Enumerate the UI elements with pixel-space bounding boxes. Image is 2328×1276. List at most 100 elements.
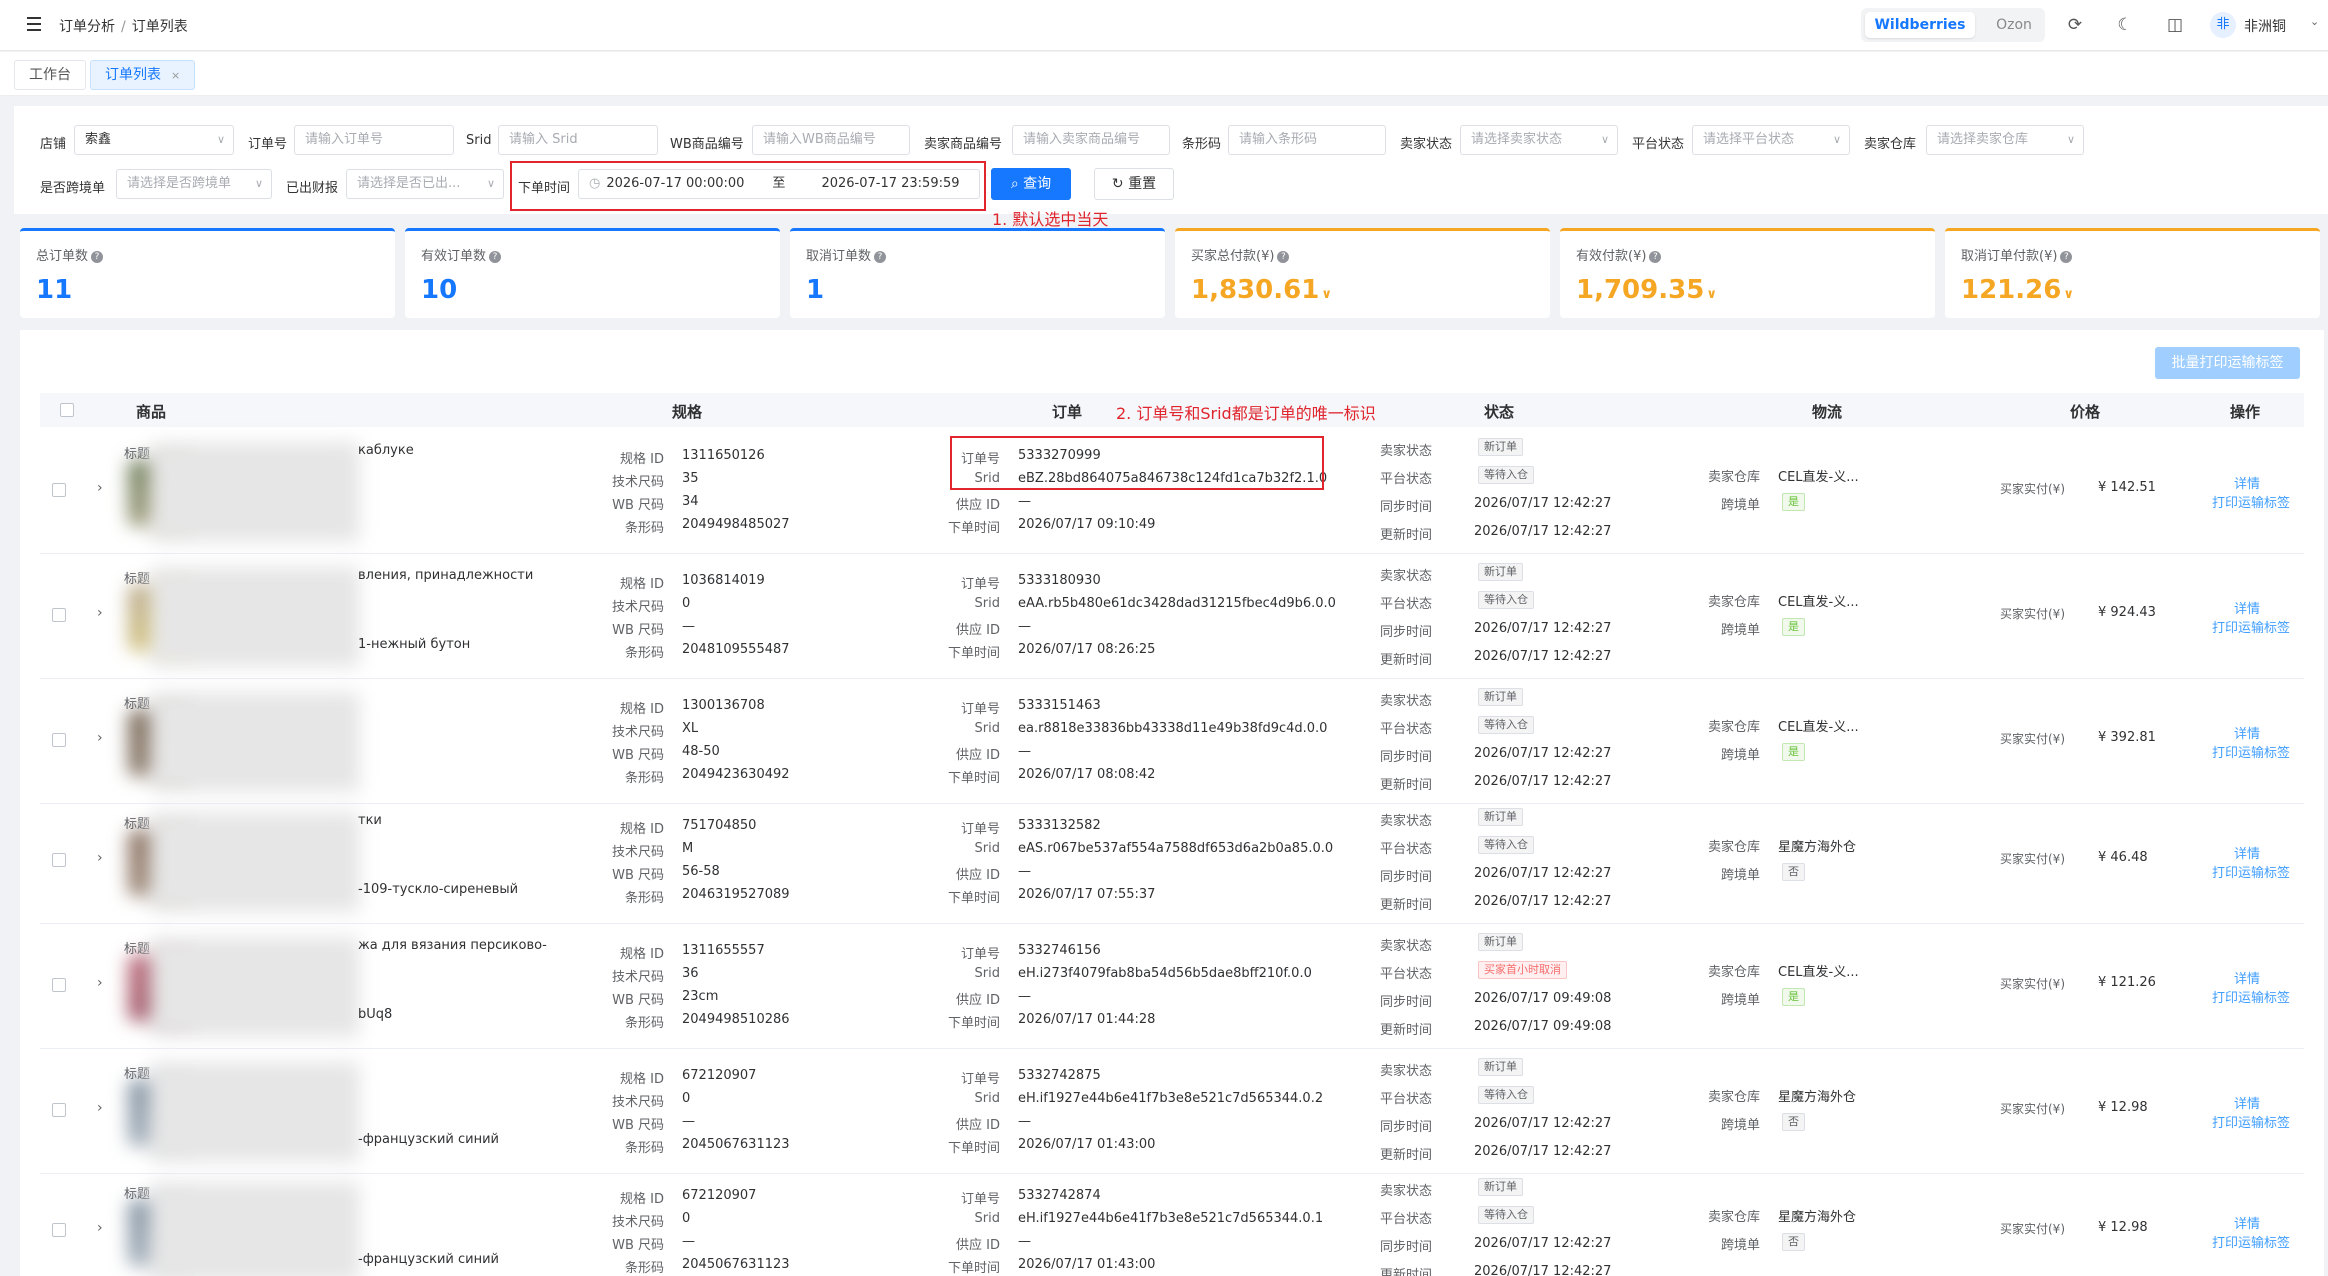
detail-link[interactable]: 详情 [2234, 473, 2260, 492]
warehouse-select[interactable]: 请选择卖家仓库 ∨ [1926, 125, 2084, 155]
seller-sku-input[interactable]: 请输入卖家商品编号 [1012, 125, 1170, 155]
row-checkbox[interactable] [52, 733, 66, 747]
detail-link[interactable]: 详情 [2234, 1093, 2260, 1112]
chevron-down-icon: ∨ [1600, 133, 1609, 146]
user-name[interactable]: 非洲铜 [2244, 16, 2286, 36]
logi-key: 卖家仓库 [1707, 720, 1760, 735]
avatar[interactable]: 非 [2210, 12, 2236, 38]
detail-link[interactable]: 详情 [2234, 598, 2260, 617]
refresh-icon[interactable]: ⟳ [2064, 14, 2086, 36]
sync-time: 2026/07/17 12:42:27 [1474, 1236, 1612, 1251]
print-label-link[interactable]: 打印运输标签 [2212, 862, 2290, 881]
expand-row-icon[interactable]: › [97, 605, 103, 621]
reset-button[interactable]: ↻ 重置 [1094, 168, 1174, 200]
detail-link[interactable]: 详情 [2234, 1213, 2260, 1232]
spec-key: WB 尺码 [612, 1238, 664, 1253]
platform-status-tag: 等待入仓 [1478, 591, 1534, 609]
stat-label: 取消订单付款(¥) [1961, 249, 2058, 264]
help-icon[interactable]: ? [489, 251, 502, 263]
cross-select[interactable]: 请选择是否跨境单 ∨ [116, 169, 272, 199]
menu-toggle-icon[interactable] [27, 17, 43, 31]
chevron-down-icon: ∨ [216, 133, 225, 146]
query-button[interactable]: ⌕ 查询 [991, 168, 1071, 200]
status-key: 平台状态 [1379, 1092, 1432, 1107]
blurred-product-info [150, 1182, 360, 1276]
platform-tab-ozon[interactable]: Ozon [1989, 12, 2039, 38]
expand-icon[interactable]: ∨ [2063, 287, 2074, 302]
row-checkbox[interactable] [52, 978, 66, 992]
print-label-link[interactable]: 打印运输标签 [2212, 987, 2290, 1006]
cross-border-tag: 是 [1782, 988, 1805, 1006]
expand-row-icon[interactable]: › [97, 975, 103, 991]
expand-icon[interactable]: ∨ [1706, 287, 1717, 302]
order-value: — [1018, 744, 1031, 759]
spec-value: 23cm [682, 989, 719, 1004]
srid-input[interactable]: 请输入 Srid [498, 125, 658, 155]
seller-status-select[interactable]: 请选择卖家状态 ∨ [1460, 125, 1618, 155]
seller-status-tag: 新订单 [1478, 1058, 1523, 1076]
seller-sku-label: 卖家商品编号 [924, 137, 1003, 152]
chevron-down-icon[interactable]: ⌄ [2310, 15, 2319, 28]
expand-row-icon[interactable]: › [97, 1100, 103, 1116]
order-no-input[interactable]: 请输入订单号 [294, 125, 454, 155]
reported-select[interactable]: 请选择是否已出... ∨ [346, 169, 504, 199]
close-icon[interactable]: × [171, 69, 180, 82]
help-icon[interactable]: ? [91, 251, 104, 263]
shop-select[interactable]: 索鑫 ∨ [74, 125, 234, 155]
detail-link[interactable]: 详情 [2234, 843, 2260, 862]
chevron-down-icon: ∨ [2066, 133, 2075, 146]
print-label-link[interactable]: 打印运输标签 [2212, 1112, 2290, 1131]
row-checkbox[interactable] [52, 608, 66, 622]
spec-value: 36 [682, 966, 699, 981]
order-value: — [1018, 619, 1031, 634]
blurred-product-info [150, 567, 360, 667]
tab-workbench[interactable]: 工作台 [14, 60, 86, 90]
row-checkbox[interactable] [52, 483, 66, 497]
help-icon[interactable]: ? [874, 251, 887, 263]
update-time: 2026/07/17 12:42:27 [1474, 1144, 1612, 1159]
row-checkbox[interactable] [52, 1103, 66, 1117]
select-all-checkbox[interactable] [60, 403, 74, 417]
spec-key: 条形码 [624, 1261, 664, 1276]
moon-icon[interactable]: ☾ [2114, 14, 2136, 36]
spec-value: 1300136708 [682, 698, 765, 713]
status-key: 更新时间 [1379, 1148, 1432, 1163]
expand-row-icon[interactable]: › [97, 480, 103, 496]
spec-key: 条形码 [624, 646, 664, 661]
expand-row-icon[interactable]: › [97, 1220, 103, 1236]
help-icon[interactable]: ? [1649, 251, 1662, 263]
batch-print-button[interactable]: 批量打印运输标签 [2155, 347, 2300, 379]
order-key: 订单号 [960, 822, 1000, 837]
cross-border-tag: 是 [1782, 743, 1805, 761]
expand-row-icon[interactable]: › [97, 850, 103, 866]
order-value: 2026/07/17 01:43:00 [1018, 1137, 1156, 1152]
breadcrumb-item[interactable]: 订单分析 [59, 19, 115, 35]
help-icon[interactable]: ? [1277, 251, 1290, 263]
order-value: ea.r8818e33836bb43338d11e49b38fd9c4d.0.0 [1018, 721, 1328, 736]
detail-link[interactable]: 详情 [2234, 968, 2260, 987]
platform-status-select[interactable]: 请选择平台状态 ∨ [1692, 125, 1850, 155]
row-checkbox[interactable] [52, 1223, 66, 1237]
barcode-input[interactable]: 请输入条形码 [1228, 125, 1386, 155]
tab-order-list[interactable]: 订单列表 × [90, 60, 196, 90]
detail-link[interactable]: 详情 [2234, 723, 2260, 742]
wb-input[interactable]: 请输入WB商品编号 [752, 125, 910, 155]
print-label-link[interactable]: 打印运输标签 [2212, 1232, 2290, 1251]
order-value: eH.if1927e44b6e41f7b3e8e521c7d565344.0.1 [1018, 1211, 1324, 1226]
layout-icon[interactable]: ◫ [2164, 14, 2186, 36]
row-checkbox[interactable] [52, 853, 66, 867]
print-label-link[interactable]: 打印运输标签 [2212, 617, 2290, 636]
expand-row-icon[interactable]: › [97, 730, 103, 746]
status-key: 更新时间 [1379, 528, 1432, 543]
logi-key: 卖家仓库 [1707, 840, 1760, 855]
print-label-link[interactable]: 打印运输标签 [2212, 742, 2290, 761]
help-icon[interactable]: ? [2060, 251, 2073, 263]
chevron-down-icon: ∨ [486, 177, 495, 190]
spec-key: 技术尺码 [611, 970, 664, 985]
expand-icon[interactable]: ∨ [1321, 287, 1332, 302]
platform-tab-wildberries[interactable]: Wildberries [1865, 12, 1975, 38]
product-title-prefix: 标题 [124, 1187, 151, 1202]
sync-time: 2026/07/17 12:42:27 [1474, 746, 1612, 761]
print-label-link[interactable]: 打印运输标签 [2212, 492, 2290, 511]
order-key: 订单号 [960, 1072, 1000, 1087]
